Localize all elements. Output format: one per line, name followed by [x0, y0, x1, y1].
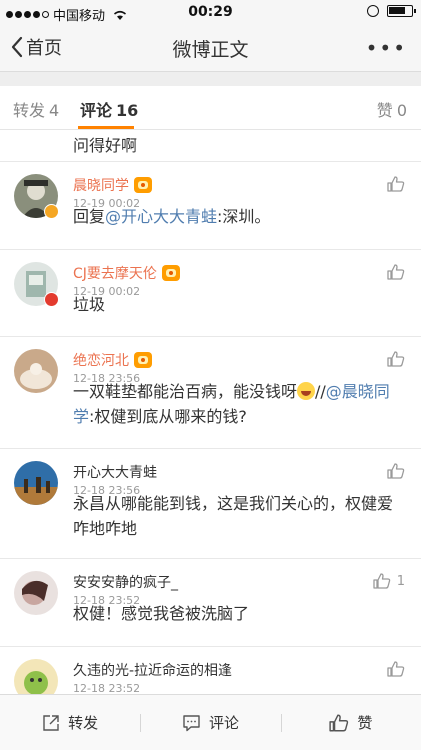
grin-emoji-icon	[297, 382, 316, 400]
like-button[interactable]: 1	[373, 573, 405, 589]
tab-likes-count: 0	[396, 101, 407, 120]
thumbs-up-icon	[387, 463, 405, 479]
repost-separator: //	[315, 382, 326, 401]
like-button[interactable]	[387, 264, 405, 280]
status-bar: 中国移动 00:29	[0, 0, 421, 24]
rotation-lock-icon	[367, 5, 379, 17]
comment-list[interactable]: 问得好啊 晨晓同学 12-19 00:02 回复@开心大大青蛙:深圳。 CJ要去…	[0, 130, 421, 694]
list-item[interactable]: 安安安静的疯子_ 12-18 23:52 权健！感觉我爸被洗脑了 1	[0, 559, 421, 647]
tab-comments[interactable]: 评论 16	[80, 97, 138, 121]
list-item[interactable]: 久违的光-拉近命运的相逢 12-18 23:52	[0, 647, 421, 694]
thumbs-up-icon	[387, 176, 405, 192]
tab-bar: 转发 4 评论 16 赞0	[0, 86, 421, 130]
comment-body: 一双鞋垫都能治百病，能没钱呀//@晨晓同学:权健到底从哪来的钱?	[73, 379, 397, 429]
body-text: 一双鞋垫都能治百病，能没钱呀	[73, 382, 298, 401]
more-button[interactable]: •••	[366, 36, 407, 60]
comment-body: 永昌从哪能能到钱，这是我们关心的，权健爱咋地咋地	[73, 494, 394, 538]
verified-badge-icon	[44, 204, 59, 219]
like-count: 1	[396, 573, 405, 589]
like-button[interactable]	[387, 463, 405, 479]
mention-link[interactable]: @开心大大青蛙	[105, 207, 217, 226]
comment-body: 权健！感觉我爸被洗脑了	[73, 604, 250, 623]
body-text: :权健到底从哪来的钱?	[89, 407, 247, 426]
comment-body: 问得好啊	[73, 136, 138, 155]
body-text: :深圳。	[217, 207, 271, 226]
avatar[interactable]	[14, 349, 58, 393]
tab-likes-label: 赞	[376, 101, 393, 120]
nav-bar: 首页 微博正文 •••	[0, 24, 421, 72]
like-button[interactable]	[387, 176, 405, 192]
thumbs-up-icon	[387, 661, 405, 677]
like-button[interactable]	[387, 661, 405, 677]
vip-badge-icon	[161, 265, 180, 281]
vip-badge-icon	[134, 352, 152, 368]
comment-label: 评论	[208, 714, 239, 732]
comment-time: 12-18 23:52	[73, 682, 141, 694]
body-text: 回复	[73, 207, 106, 226]
comment-body: 垃圾	[73, 295, 106, 314]
tab-likes[interactable]: 赞0	[377, 97, 407, 121]
author-name: 晨晓同学	[73, 178, 129, 194]
author-name: 绝恋河北	[73, 353, 129, 369]
verified-badge-icon	[44, 292, 59, 307]
section-gap	[0, 72, 421, 86]
author-name: 开心大大青蛙	[73, 465, 157, 481]
tab-comments-count: 16	[116, 101, 139, 120]
repost-label: 转发	[68, 714, 99, 732]
tab-repost-count: 4	[49, 101, 60, 120]
repost-icon	[43, 714, 59, 731]
status-right	[367, 5, 416, 17]
comment-author[interactable]: 安安安静的疯子_	[73, 572, 178, 592]
tab-comments-label: 评论	[80, 101, 113, 120]
thumbs-up-icon	[387, 264, 405, 280]
thumbs-up-icon	[387, 351, 405, 367]
like-button[interactable]	[387, 351, 405, 367]
author-name: 安安安静的疯子_	[73, 575, 178, 591]
comment-author[interactable]: 晨晓同学	[73, 175, 152, 195]
list-item[interactable]: 晨晓同学 12-19 00:02 回复@开心大大青蛙:深圳。	[0, 162, 421, 250]
comment-author[interactable]: CJ要去摩天伦	[73, 263, 180, 283]
tab-repost-label: 转发	[13, 101, 46, 120]
status-time: 00:29	[188, 4, 233, 20]
comment-button[interactable]: 评论	[140, 695, 280, 750]
battery-icon	[387, 5, 416, 17]
page-title: 微博正文	[172, 39, 249, 61]
thumbs-up-icon	[329, 714, 349, 731]
tab-repost[interactable]: 转发 4	[13, 97, 59, 121]
active-tab-indicator	[78, 126, 134, 129]
vip-badge-icon	[134, 177, 152, 193]
author-name: 久违的光-拉近命运的相逢	[73, 663, 233, 679]
comment-author[interactable]: 绝恋河北	[73, 350, 152, 370]
list-item[interactable]: 问得好啊	[0, 130, 421, 162]
avatar[interactable]	[14, 659, 58, 694]
author-name: CJ要去摩天伦	[73, 266, 157, 282]
repost-button[interactable]: 转发	[0, 695, 140, 750]
comment-author[interactable]: 开心大大青蛙	[73, 462, 157, 482]
like-toolbar-button[interactable]: 赞	[280, 695, 421, 750]
list-item[interactable]: CJ要去摩天伦 12-19 00:02 垃圾	[0, 250, 421, 337]
avatar[interactable]	[14, 461, 58, 505]
comment-body: 回复@开心大大青蛙:深圳。	[73, 204, 397, 229]
list-item[interactable]: 绝恋河北 12-18 23:56 一双鞋垫都能治百病，能没钱呀//@晨晓同学:权…	[0, 337, 421, 449]
avatar[interactable]	[14, 571, 58, 615]
list-item[interactable]: 开心大大青蛙 12-18 23:56 永昌从哪能能到钱，这是我们关心的，权健爱咋…	[0, 449, 421, 559]
comment-author[interactable]: 久违的光-拉近命运的相逢	[73, 660, 232, 680]
bottom-toolbar: 转发 评论 赞	[0, 694, 421, 750]
like-label: 赞	[357, 714, 373, 732]
thumbs-up-icon	[373, 573, 390, 589]
comment-icon	[183, 714, 200, 731]
